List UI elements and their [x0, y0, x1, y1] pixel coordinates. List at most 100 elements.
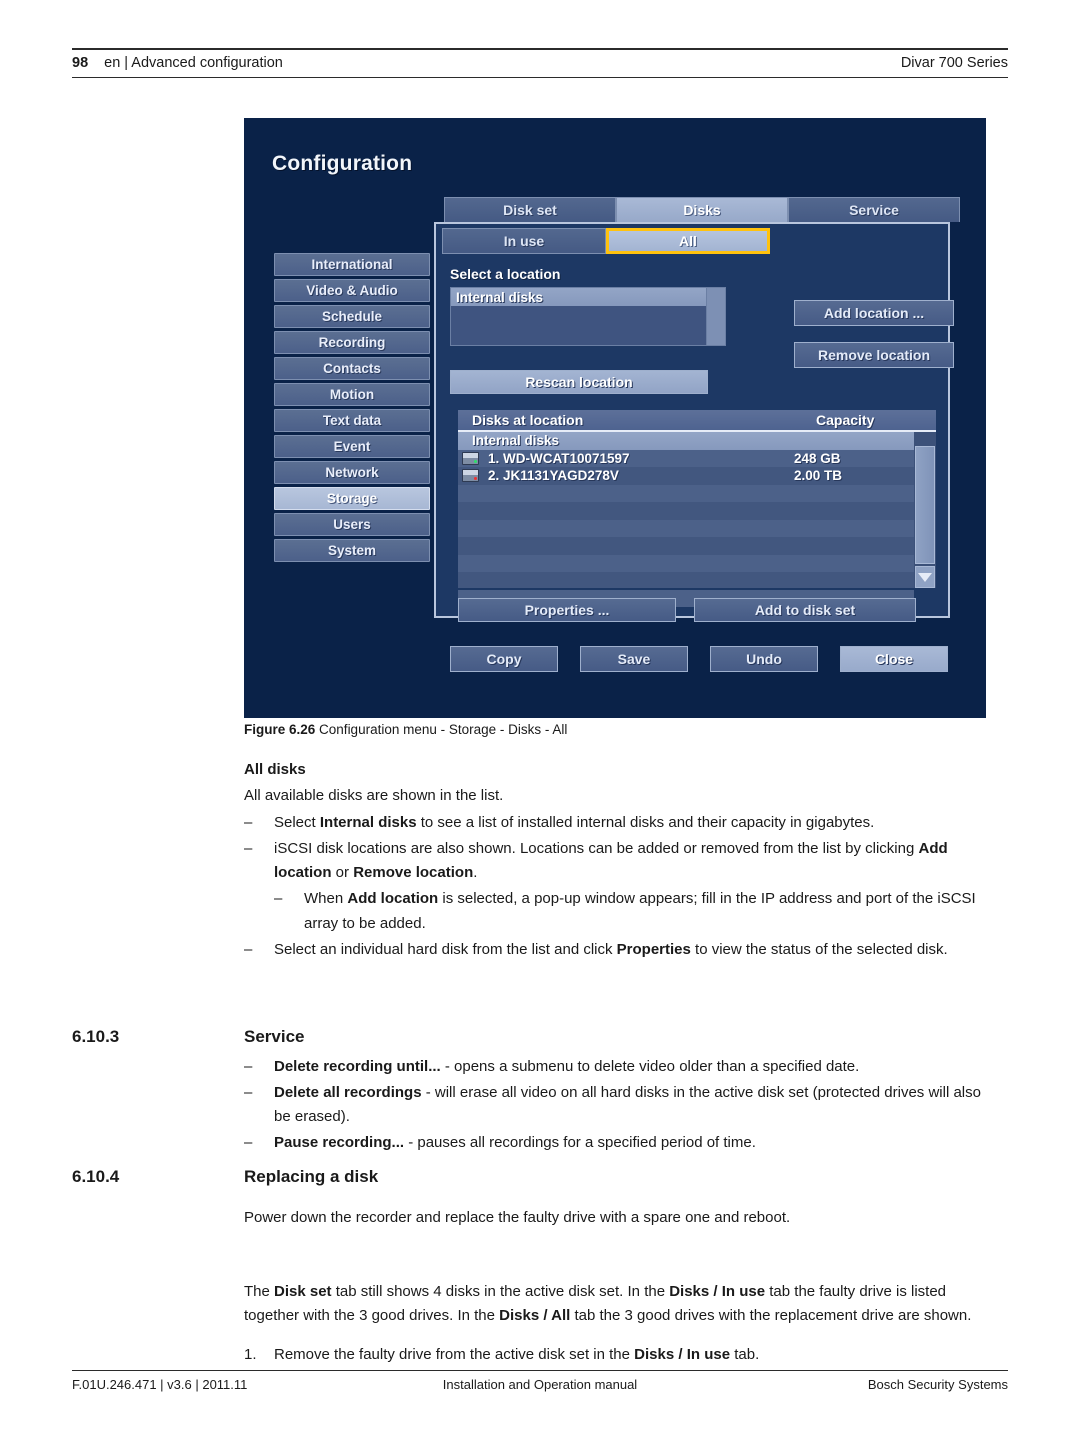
- section-service: 6.10.3 Service – Delete recording until.…: [72, 1023, 988, 1156]
- sidebar-item-video-audio[interactable]: Video & Audio: [274, 279, 430, 302]
- table-row-empty[interactable]: [458, 519, 914, 537]
- replacing-para-2: The Disk set tab still shows 4 disks in …: [244, 1280, 988, 1329]
- page-footer: F.01U.246.471 | v3.6 | 2011.11 Installat…: [72, 1370, 1008, 1392]
- scrollbar-thumb[interactable]: [915, 446, 935, 564]
- service-bullet-3-bold: Pause recording...: [274, 1134, 405, 1152]
- save-button[interactable]: Save: [580, 646, 688, 672]
- scroll-down-icon[interactable]: [915, 566, 935, 588]
- disks-table: Disks at location Capacity Internal disk…: [458, 410, 936, 607]
- sidebar-item-text-data[interactable]: Text data: [274, 409, 430, 432]
- section-replacing-a-disk: 6.10.4 Replacing a disk Power down the r…: [72, 1163, 988, 1368]
- disks-table-scrollbar[interactable]: [914, 432, 936, 588]
- table-row-empty[interactable]: [458, 502, 914, 520]
- step1-bold1: Disks / In use: [634, 1346, 731, 1364]
- sidebar-item-users[interactable]: Users: [274, 513, 430, 536]
- all-disks-block: All disks All available disks are shown …: [244, 758, 988, 962]
- service-bullet-3: – Pause recording... - pauses all record…: [244, 1131, 988, 1155]
- replacing-step-1: 1. Remove the faulty drive from the acti…: [244, 1343, 988, 1367]
- undo-button[interactable]: Undo: [710, 646, 818, 672]
- location-row-empty-1[interactable]: [451, 306, 706, 324]
- replacing-para-1: Power down the recorder and replace the …: [244, 1208, 791, 1226]
- all-disks-intro: All available disks are shown in the lis…: [244, 787, 504, 805]
- add-location-button[interactable]: Add location ...: [794, 300, 954, 326]
- column-header-capacity: Capacity: [816, 412, 875, 428]
- p2-bold2: Disks / In use: [669, 1282, 766, 1300]
- table-row-empty[interactable]: [458, 572, 914, 590]
- dash-marker: –: [244, 1083, 253, 1101]
- service-bullet-1: – Delete recording until... - opens a su…: [244, 1055, 988, 1079]
- section-title-service: Service: [244, 1027, 305, 1046]
- table-row-empty[interactable]: [458, 484, 914, 502]
- footer-doc-id: F.01U.246.471 | v3.6 | 2011.11: [72, 1377, 248, 1392]
- table-row[interactable]: 2. JK1131YAGD278V 2.00 TB: [458, 467, 914, 485]
- p2-part2: tab still shows 4 disks in the active di…: [331, 1282, 670, 1300]
- location-row-empty-2[interactable]: [451, 324, 706, 342]
- p2-part4: tab the 3 good drives with the replaceme…: [570, 1307, 972, 1325]
- disks-panel-body: Select a location Internal disks Rescan …: [436, 258, 954, 622]
- location-list[interactable]: Internal disks: [450, 287, 707, 346]
- bullet2-bold-2: Remove location: [353, 864, 474, 882]
- p2-bold1: Disk set: [274, 1282, 332, 1300]
- all-disks-bullet-2-sub: – When Add location is selected, a pop-u…: [274, 887, 988, 936]
- bullet1-bold: Internal disks: [319, 813, 417, 831]
- sidebar-item-motion[interactable]: Motion: [274, 383, 430, 406]
- page-header: 98 en | Advanced configuration Divar 700…: [72, 48, 1008, 78]
- service-bullet-2-bold: Delete all recordings: [274, 1083, 422, 1101]
- subtab-all[interactable]: All: [606, 228, 770, 254]
- page-number: 98: [72, 55, 89, 71]
- sub-tab-bar: In use All: [442, 228, 946, 254]
- p2-part1: The: [244, 1282, 275, 1300]
- bullet1-pre: Select: [274, 813, 320, 831]
- rescan-location-button[interactable]: Rescan location: [450, 370, 708, 394]
- disks-group-row[interactable]: Internal disks: [458, 432, 914, 450]
- header-product: Divar 700 Series: [900, 55, 1008, 71]
- tab-service[interactable]: Service: [788, 197, 960, 222]
- figure-caption-text: Configuration menu - Storage - Disks - A…: [319, 722, 568, 737]
- dash-marker: –: [244, 1057, 253, 1075]
- header-breadcrumb: en | Advanced configuration: [104, 55, 283, 71]
- close-button[interactable]: Close: [840, 646, 948, 672]
- tab-disk-set[interactable]: Disk set: [444, 197, 616, 222]
- service-bullet-2: – Delete all recordings - will erase all…: [244, 1081, 988, 1130]
- sidebar: International Video & Audio Schedule Rec…: [274, 253, 430, 565]
- location-list-scrollbar[interactable]: [707, 287, 726, 346]
- table-row-empty[interactable]: [458, 554, 914, 572]
- select-location-label: Select a location: [450, 266, 561, 282]
- section-number-service: 6.10.3: [72, 1027, 120, 1046]
- sidebar-item-contacts[interactable]: Contacts: [274, 357, 430, 380]
- figure-caption: Figure 6.26 Configuration menu - Storage…: [244, 722, 567, 737]
- tab-disks[interactable]: Disks: [616, 197, 788, 222]
- footer-company: Bosch Security Systems: [867, 1377, 1008, 1392]
- subtab-in-use[interactable]: In use: [442, 228, 606, 254]
- bullet3-post: to view the status of the selected disk.: [690, 941, 948, 959]
- remove-location-button[interactable]: Remove location: [794, 342, 954, 368]
- disk-name: 2. JK1131YAGD278V: [488, 468, 619, 484]
- dash-marker: –: [244, 941, 253, 959]
- sidebar-item-storage[interactable]: Storage: [274, 487, 430, 510]
- table-row[interactable]: 1. WD-WCAT10071597 248 GB: [458, 449, 914, 467]
- sidebar-item-international[interactable]: International: [274, 253, 430, 276]
- dialog-footer-buttons: Copy Save Undo Close: [450, 646, 958, 672]
- disks-panel: In use All Select a location Internal di…: [434, 222, 954, 622]
- screenshot-title: Configuration: [272, 152, 413, 175]
- add-to-disk-set-button[interactable]: Add to disk set: [694, 598, 916, 622]
- sidebar-item-system[interactable]: System: [274, 539, 430, 562]
- sidebar-item-recording[interactable]: Recording: [274, 331, 430, 354]
- properties-button[interactable]: Properties ...: [458, 598, 676, 622]
- figure-number: Figure 6.26: [244, 722, 316, 737]
- table-row-empty[interactable]: [458, 537, 914, 555]
- copy-button[interactable]: Copy: [450, 646, 558, 672]
- sidebar-item-schedule[interactable]: Schedule: [274, 305, 430, 328]
- header-rule-bottom: [72, 77, 1008, 78]
- location-row-internal-disks[interactable]: Internal disks: [451, 288, 706, 306]
- subtab-filler: [770, 228, 946, 254]
- step1-part1: Remove the faulty drive from the active …: [274, 1346, 635, 1364]
- section-title-replacing: Replacing a disk: [244, 1167, 379, 1186]
- service-bullet-1-rest: - opens a submenu to delete video older …: [440, 1057, 860, 1075]
- sidebar-item-network[interactable]: Network: [274, 461, 430, 484]
- location-listbox[interactable]: Internal disks: [450, 287, 726, 346]
- sidebar-item-event[interactable]: Event: [274, 435, 430, 458]
- all-disks-bullet-1: – Select Internal disks to see a list of…: [244, 811, 988, 835]
- disk-name: 1. WD-WCAT10071597: [488, 450, 630, 466]
